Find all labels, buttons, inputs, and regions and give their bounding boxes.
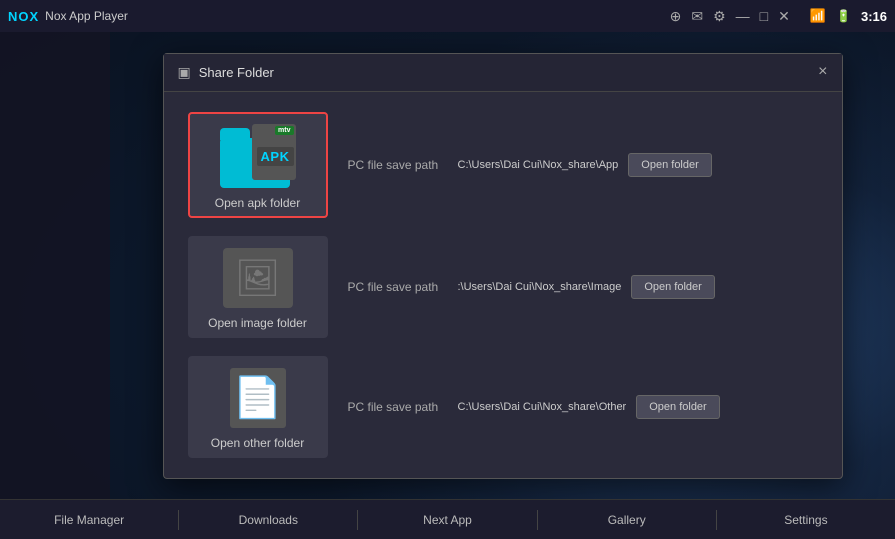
doc-placeholder-icon: 📄 <box>233 374 283 421</box>
taskbar-downloads[interactable]: Downloads <box>179 500 357 539</box>
main-content: ▣ Share Folder × mtv APK Open <box>110 32 895 499</box>
mail-icon[interactable]: ✉ <box>691 8 703 25</box>
image-path-label: PC file save path <box>348 280 448 294</box>
taskbar: File Manager Downloads Next App Gallery … <box>0 499 895 539</box>
minimize-button[interactable]: — <box>736 8 750 24</box>
modal-title-group: ▣ Share Folder <box>178 64 274 81</box>
open-image-folder-button[interactable]: 🖼 Open image folder <box>188 236 328 338</box>
apk-icon: mtv APK <box>220 124 296 188</box>
other-folder-row: 📄 Open other folder PC file save path C:… <box>188 356 818 458</box>
taskbar-file-manager[interactable]: File Manager <box>0 500 178 539</box>
modal-close-button[interactable]: × <box>818 64 827 80</box>
apk-path-group: PC file save path C:\Users\Dai Cui\Nox_s… <box>348 153 818 177</box>
other-folder-label: Open other folder <box>211 436 304 450</box>
share-folder-modal: ▣ Share Folder × mtv APK Open <box>163 53 843 479</box>
app-title: Nox App Player <box>45 9 669 23</box>
doc-icon: 📄 <box>230 368 286 428</box>
modal-header: ▣ Share Folder × <box>164 54 842 92</box>
apk-folder-row: mtv APK Open apk folder PC file save pat… <box>188 112 818 218</box>
apk-folder-label: Open apk folder <box>215 196 300 210</box>
taskbar-settings[interactable]: Settings <box>717 500 895 539</box>
app-logo: NOX <box>8 9 39 24</box>
modal-title-icon: ▣ <box>178 64 191 81</box>
sidebar <box>0 32 110 499</box>
image-path-value: :\Users\Dai Cui\Nox_share\Image <box>458 281 622 293</box>
clock: 3:16 <box>861 9 887 24</box>
close-button[interactable]: ✕ <box>778 8 790 25</box>
wifi-icon: 📶 <box>810 8 826 24</box>
maximize-button[interactable]: □ <box>760 8 768 24</box>
apk-text: APK <box>257 147 294 166</box>
pin-icon[interactable]: ⊕ <box>670 8 682 25</box>
titlebar: NOX Nox App Player ⊕ ✉ ⚙ — □ ✕ 📶 🔋 3:16 <box>0 0 895 32</box>
apk-path-value: C:\Users\Dai Cui\Nox_share\App <box>458 159 619 171</box>
open-apk-folder-button[interactable]: mtv APK Open apk folder <box>188 112 328 218</box>
image-folder-row: 🖼 Open image folder PC file save path :\… <box>188 236 818 338</box>
other-path-group: PC file save path C:\Users\Dai Cui\Nox_s… <box>348 395 818 419</box>
image-folder-label: Open image folder <box>208 316 307 330</box>
taskbar-gallery[interactable]: Gallery <box>538 500 716 539</box>
other-open-folder-button[interactable]: Open folder <box>636 395 719 419</box>
taskbar-next-app[interactable]: Next App <box>358 500 536 539</box>
image-icon: 🖼 <box>223 248 293 308</box>
modal-title-text: Share Folder <box>199 65 274 80</box>
settings-icon[interactable]: ⚙ <box>713 8 726 25</box>
apk-open-folder-button[interactable]: Open folder <box>628 153 711 177</box>
modal-body: mtv APK Open apk folder PC file save pat… <box>164 92 842 478</box>
image-open-folder-button[interactable]: Open folder <box>631 275 714 299</box>
battery-icon: 🔋 <box>836 9 851 23</box>
titlebar-controls: ⊕ ✉ ⚙ — □ ✕ 📶 🔋 3:16 <box>670 8 887 25</box>
apk-file-label: mtv <box>275 126 293 135</box>
other-path-label: PC file save path <box>348 400 448 414</box>
other-path-value: C:\Users\Dai Cui\Nox_share\Other <box>458 401 627 413</box>
apk-file-shape: mtv APK <box>252 124 296 180</box>
open-other-folder-button[interactable]: 📄 Open other folder <box>188 356 328 458</box>
image-path-group: PC file save path :\Users\Dai Cui\Nox_sh… <box>348 275 818 299</box>
image-placeholder-icon: 🖼 <box>235 257 281 299</box>
apk-path-label: PC file save path <box>348 158 448 172</box>
